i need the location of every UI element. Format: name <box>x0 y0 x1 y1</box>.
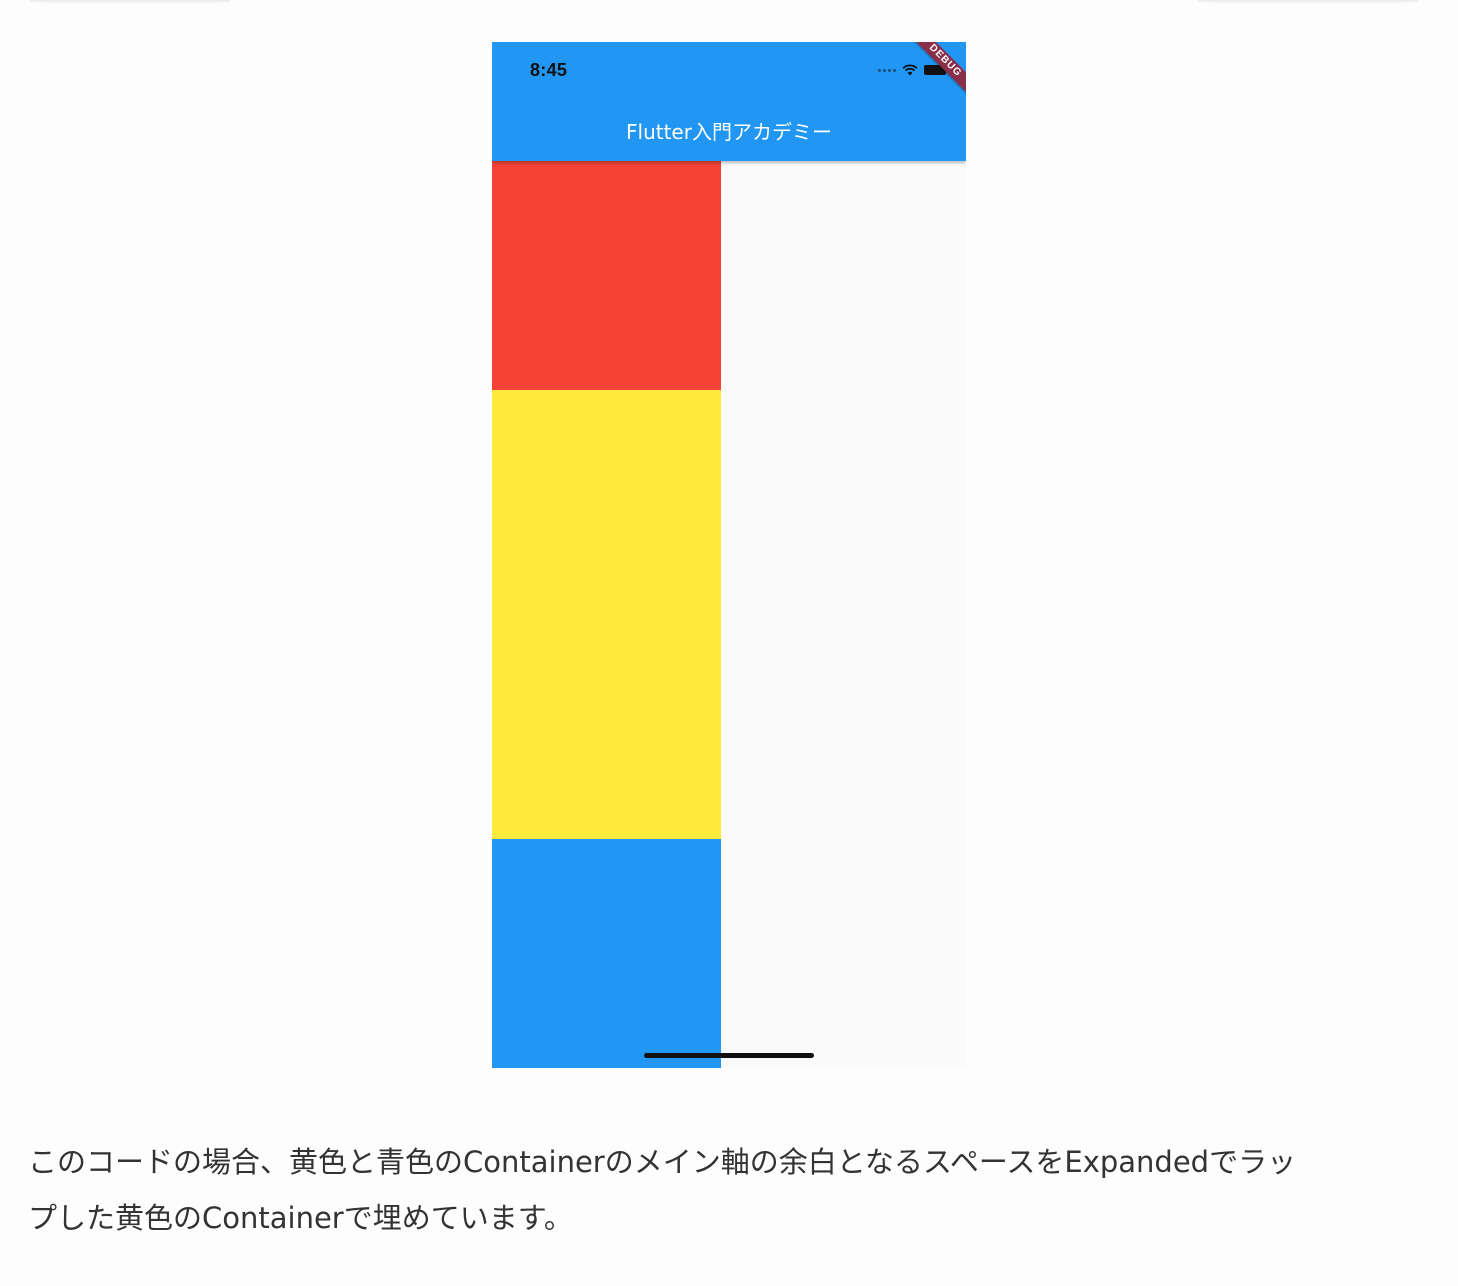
wifi-icon <box>902 64 918 76</box>
phone-screenshot: 8:45 Flutter入門アカデミー DEBUG <box>492 42 966 1068</box>
blue-container <box>492 839 721 1068</box>
home-indicator <box>644 1053 814 1058</box>
signal-icon <box>878 68 896 72</box>
article-page: 8:45 Flutter入門アカデミー DEBUG このコードの場合、黄色と青色… <box>0 0 1458 1286</box>
status-time: 8:45 <box>530 60 568 80</box>
app-bar: 8:45 Flutter入門アカデミー <box>492 42 966 161</box>
top-divider-right <box>1198 0 1418 4</box>
top-divider-left <box>30 0 230 4</box>
caption-paragraph: このコードの場合、黄色と青色のContainerのメイン軸の余白となるスペースを… <box>28 1134 1428 1246</box>
caption-line-1: このコードの場合、黄色と青色のContainerのメイン軸の余白となるスペースを… <box>28 1145 1297 1179</box>
app-title: Flutter入門アカデミー <box>626 120 832 144</box>
red-container <box>492 161 721 390</box>
yellow-container <box>492 390 721 839</box>
status-icons <box>878 63 949 77</box>
caption-line-2: プした黄色のContainerで埋めています。 <box>28 1201 573 1235</box>
